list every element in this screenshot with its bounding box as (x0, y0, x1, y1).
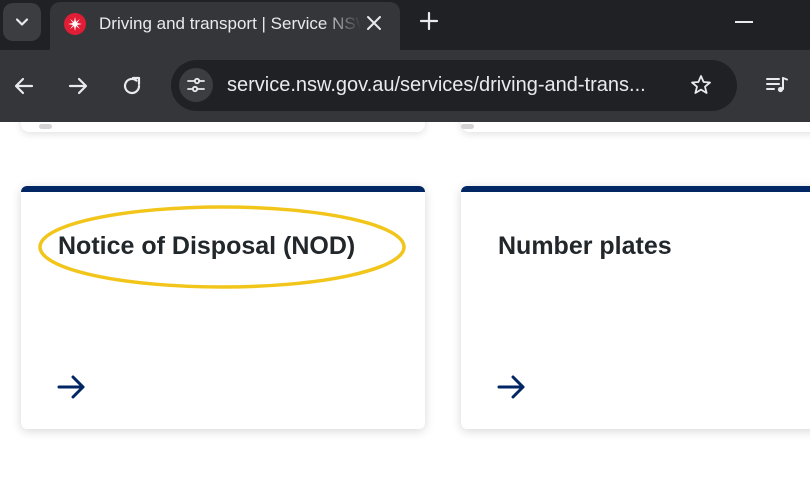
close-icon[interactable] (364, 13, 384, 33)
browser-toolbar: service.nsw.gov.au/services/driving-and-… (0, 50, 810, 122)
notice-of-disposal-card[interactable]: Notice of Disposal (NOD) (21, 186, 425, 429)
card-partial-dot (39, 124, 52, 129)
card-title[interactable]: Notice of Disposal (NOD) (58, 232, 355, 261)
chevron-down-icon (15, 18, 29, 26)
arrow-right-icon[interactable] (57, 374, 87, 400)
new-tab-icon[interactable] (418, 10, 440, 32)
nsw-favicon-icon (64, 13, 86, 35)
card-partial[interactable] (461, 122, 810, 132)
active-tab[interactable]: Driving and transport | Service NSW (50, 2, 400, 50)
tab-bar: Driving and transport | Service NSW (0, 0, 810, 50)
back-icon[interactable] (11, 73, 37, 99)
tab-search-button[interactable] (3, 3, 41, 41)
card-title[interactable]: Number plates (498, 232, 672, 261)
number-plates-card[interactable]: Number plates (461, 186, 810, 429)
card-partial-dot (461, 124, 474, 129)
arrow-right-icon[interactable] (497, 374, 527, 400)
minimize-icon[interactable] (735, 21, 753, 23)
tab-title: Driving and transport | Service NSW (99, 14, 361, 33)
reload-icon[interactable] (119, 73, 145, 99)
url-text[interactable]: service.nsw.gov.au/services/driving-and-… (227, 74, 646, 97)
site-info-button[interactable] (179, 68, 213, 102)
address-bar[interactable]: service.nsw.gov.au/services/driving-and-… (171, 60, 737, 111)
forward-icon[interactable] (65, 73, 91, 99)
page-content: Notice of Disposal (NOD) Number plates (0, 122, 810, 477)
card-partial[interactable] (21, 122, 425, 132)
media-controls-icon[interactable] (764, 72, 790, 98)
site-info-icon (187, 77, 205, 93)
bookmark-star-icon[interactable] (689, 73, 713, 97)
